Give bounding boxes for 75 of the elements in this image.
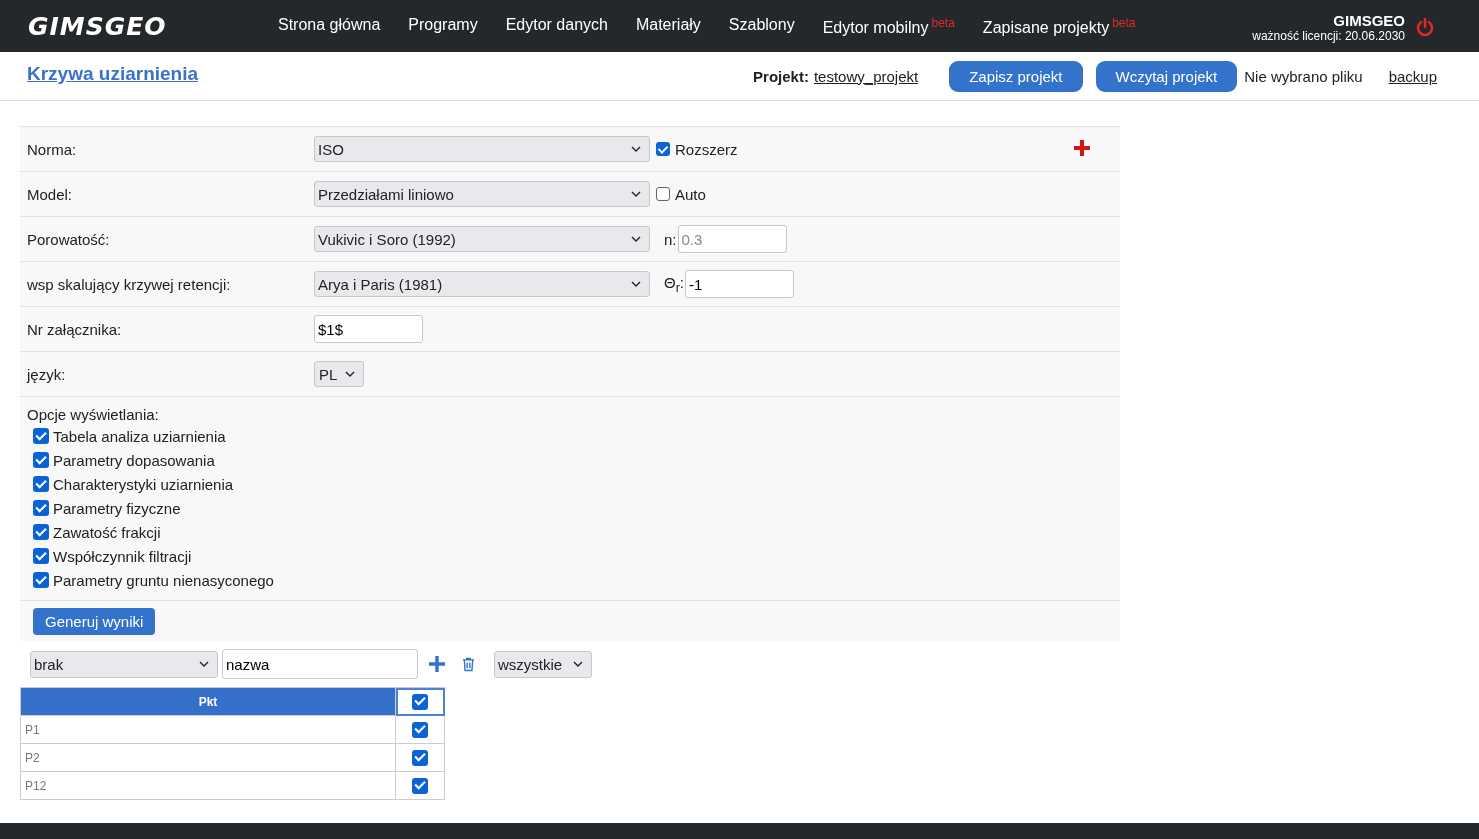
input-field[interactable]: 0.3 (677, 225, 787, 253)
field-label: język: (27, 365, 67, 383)
nav-link[interactable]: Programy (408, 15, 478, 37)
checkbox-label: Tabela analiza uziarnienia (53, 427, 226, 445)
nav-link[interactable]: Edytor danych (505, 15, 608, 37)
checkbox-label: Parametry fizyczne (53, 499, 181, 517)
save-button[interactable]: Zapisz projekt (949, 60, 1083, 92)
chevron-icon (199, 661, 209, 667)
backup-link[interactable]: backup (1388, 67, 1437, 85)
nav-link[interactable]: Edytor mobilny $^{beta}$ (822, 15, 955, 37)
select-field[interactable]: brak (30, 650, 218, 678)
project-label: Projekt: (753, 67, 809, 85)
chevron-icon (631, 281, 641, 287)
nav-link[interactable]: Szablony (728, 15, 795, 37)
checkbox[interactable] (33, 500, 49, 516)
checkbox-label: Parametry dopasowania (53, 451, 215, 469)
add-icon[interactable] (428, 655, 446, 673)
field-label: Model: (27, 185, 74, 203)
field-label: n: (664, 230, 677, 248)
select-field[interactable]: Przedziałami liniowo (314, 181, 650, 207)
checkbox[interactable] (33, 476, 49, 492)
chevron-icon (345, 371, 355, 377)
select-field[interactable]: wszystkie (494, 650, 592, 678)
page-title[interactable]: Krzywa uziarnienia (27, 63, 199, 85)
nav-link[interactable]: Materiały (635, 15, 701, 37)
checkbox-label: Współczynnik filtracji (53, 547, 192, 565)
checkbox[interactable] (656, 142, 670, 156)
nav-link[interactable]: Strona główna (278, 15, 381, 37)
checkbox-label: Rozszerz (675, 140, 738, 158)
checkbox[interactable] (412, 749, 428, 766)
generate-button[interactable]: Generuj wyniki (33, 608, 156, 635)
select-field[interactable]: ISO (314, 136, 650, 162)
name-field[interactable]: nazwa (222, 649, 418, 679)
logo[interactable]: GIMSGEO (28, 11, 250, 41)
chevron-icon (573, 661, 583, 667)
table-cell: P1 (20, 715, 396, 744)
checkbox[interactable] (33, 572, 49, 588)
trash-icon[interactable] (462, 656, 475, 672)
checkbox-label: Parametry gruntu nienasyconego (53, 571, 274, 589)
checkbox[interactable] (412, 777, 428, 794)
nav-link[interactable]: Zapisane projekty $^{beta}$ (982, 15, 1136, 37)
checkbox[interactable] (33, 524, 49, 540)
select-field[interactable]: Vukivic i Soro (1992) (314, 226, 650, 252)
user-name: GIMSGEO (1333, 11, 1405, 29)
input-field[interactable]: $1$ (314, 315, 423, 343)
load-button[interactable]: Wczytaj projekt (1095, 60, 1238, 92)
checkbox-label: Charakterystyki uziarnienia (53, 475, 234, 493)
input-field[interactable]: -1 (685, 270, 794, 298)
checkbox-label: Auto (675, 185, 706, 203)
add-icon[interactable] (1073, 139, 1091, 157)
select-field[interactable]: Arya i Paris (1981) (314, 271, 650, 297)
field-label: Θ$_{r}$: (664, 273, 684, 295)
table-cell: P12 (20, 771, 396, 800)
field-label: Norma: (27, 140, 78, 158)
project-link[interactable]: testowy_projekt (813, 67, 919, 85)
checkbox-label: Zawatość frakcji (53, 523, 161, 541)
checkbox[interactable] (33, 548, 49, 564)
chevron-icon (631, 191, 641, 197)
checkbox[interactable] (33, 452, 49, 468)
checkbox[interactable] (33, 428, 49, 444)
chevron-icon (631, 146, 641, 152)
table-cell: P2 (20, 743, 396, 772)
file-status: Nie wybrano pliku (1244, 67, 1363, 85)
section-title: Opcje wyświetlania: (27, 406, 160, 423)
power-icon[interactable] (1415, 17, 1435, 37)
checkbox[interactable] (412, 721, 428, 738)
chevron-icon (631, 236, 641, 242)
checkbox[interactable] (656, 187, 670, 201)
license-info: ważność licencji: 20.06.2030 (1252, 28, 1405, 43)
field-label: wsp skalujący krzywej retencji: (27, 275, 232, 293)
column-header[interactable]: Pkt (20, 687, 396, 716)
checkbox[interactable] (412, 693, 428, 710)
field-label: Nr załącznika: (27, 320, 123, 338)
select-field[interactable]: PL (314, 361, 364, 387)
field-label: Porowatość: (27, 230, 111, 248)
